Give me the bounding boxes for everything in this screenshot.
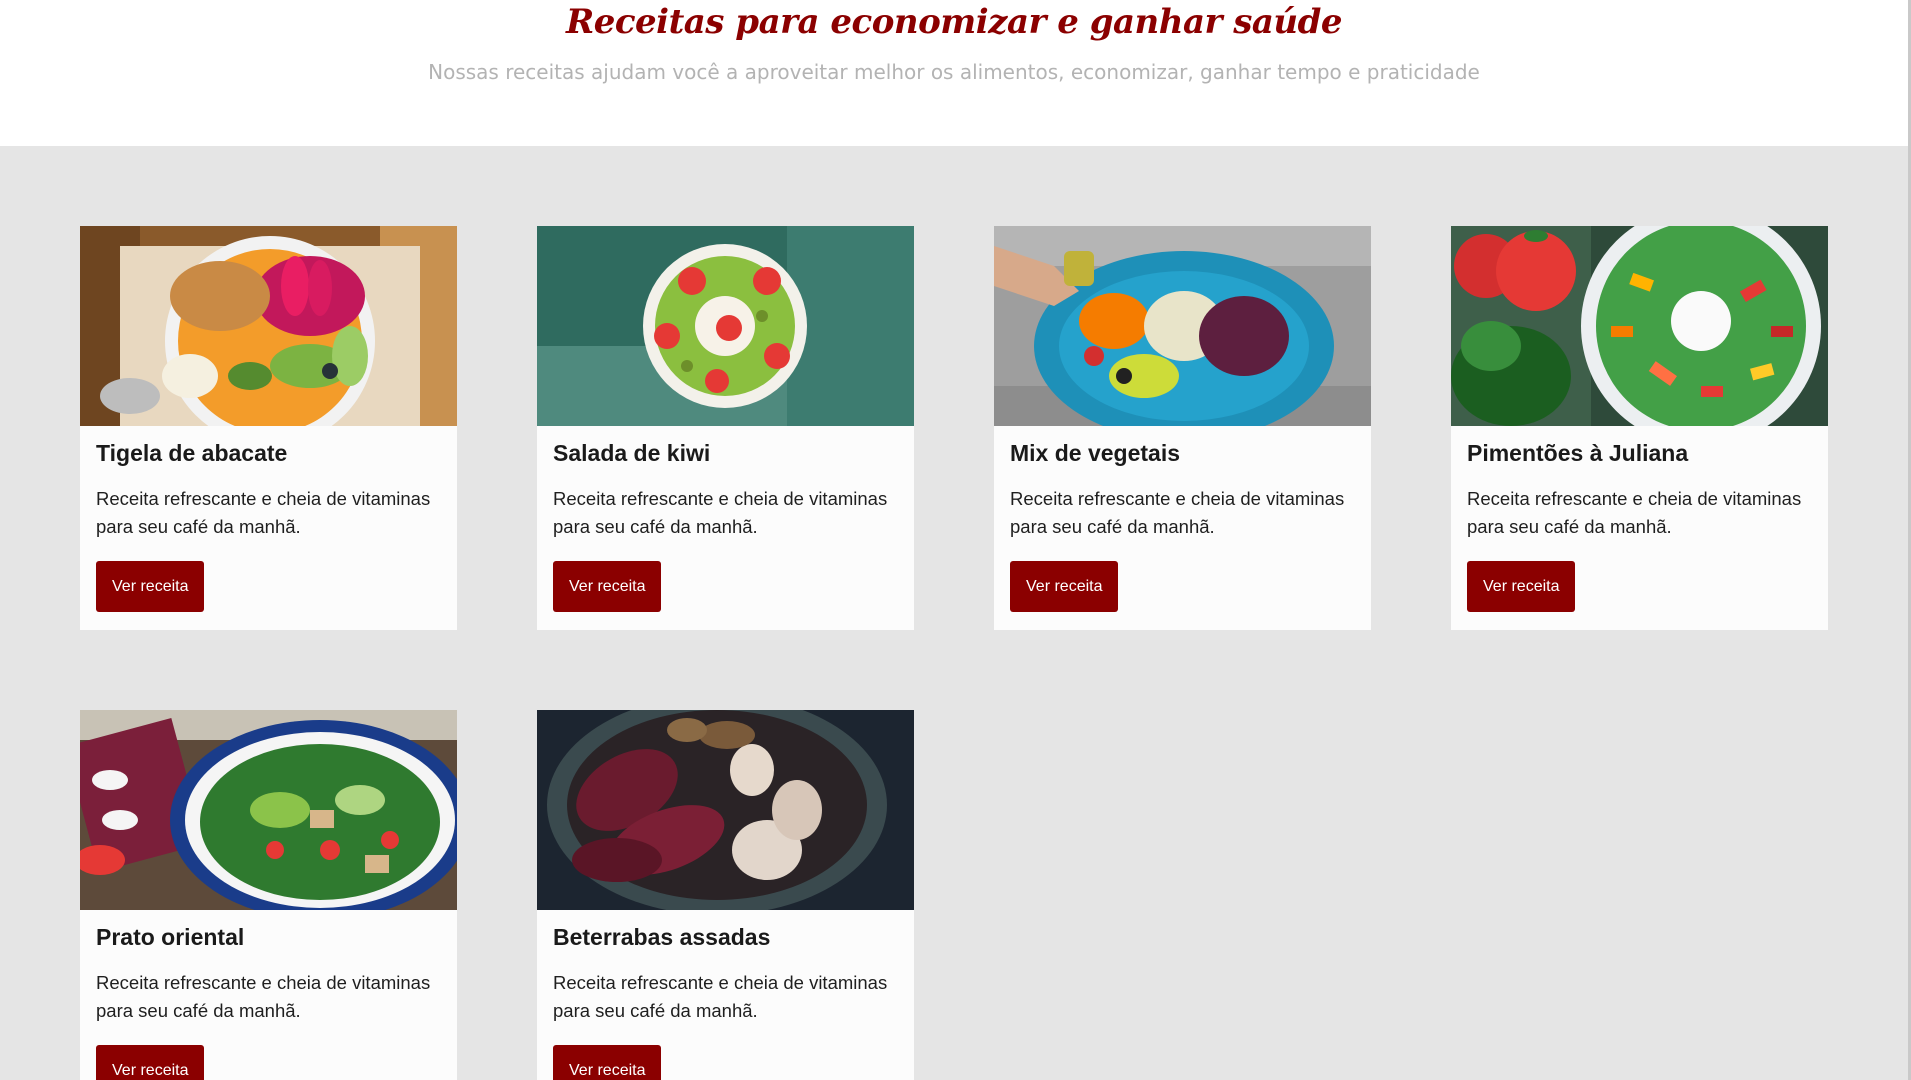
- view-recipe-button[interactable]: Ver receita: [1467, 561, 1576, 612]
- view-recipe-button[interactable]: Ver receita: [553, 561, 662, 612]
- page-subtitle: Nossas receitas ajudam você a aproveitar…: [428, 60, 1480, 84]
- page-title: Receitas para economizar e ganhar saúde: [565, 2, 1343, 42]
- recipes-page: Receitas para economizar e ganhar saúde …: [0, 0, 1911, 1080]
- recipe-description: Receita refrescante e cheia de vitaminas…: [1010, 488, 1345, 537]
- recipe-description: Receita refrescante e cheia de vitaminas…: [553, 488, 888, 537]
- recipe-title: Mix de vegetais: [1010, 440, 1181, 466]
- recipe-card-julienne-peppers: Pimentões à Juliana Receita refrescante …: [1451, 226, 1828, 630]
- vegetable-mix-photo: [994, 226, 1371, 426]
- recipe-card-oriental-dish: Prato oriental Receita refrescante e che…: [80, 710, 457, 1080]
- oriental-dish-photo: [80, 710, 457, 910]
- recipe-title: Salada de kiwi: [553, 440, 711, 466]
- kiwi-salad-photo: [537, 226, 914, 426]
- recipe-title: Pimentões à Juliana: [1467, 440, 1689, 466]
- recipe-card-roasted-beets: Beterrabas assadas Receita refrescante e…: [537, 710, 914, 1080]
- recipe-description: Receita refrescante e cheia de vitaminas…: [553, 972, 888, 1021]
- recipe-title: Prato oriental: [96, 924, 245, 950]
- recipe-title: Beterrabas assadas: [553, 924, 771, 950]
- recipe-title: Tigela de abacate: [96, 440, 288, 466]
- roasted-beets-photo: [537, 710, 914, 910]
- view-recipe-button[interactable]: Ver receita: [553, 1045, 662, 1080]
- avocado-bowl-photo: [80, 226, 457, 426]
- recipe-description: Receita refrescante e cheia de vitaminas…: [96, 972, 431, 1021]
- recipe-card-kiwi-salad: Salada de kiwi Receita refrescante e che…: [537, 226, 914, 630]
- recipe-card-vegetable-mix: Mix de vegetais Receita refrescante e ch…: [994, 226, 1371, 630]
- view-recipe-button[interactable]: Ver receita: [1010, 561, 1119, 612]
- view-recipe-button[interactable]: Ver receita: [96, 561, 205, 612]
- page-header: Receitas para economizar e ganhar saúde …: [0, 0, 1908, 146]
- view-recipe-button[interactable]: Ver receita: [96, 1045, 205, 1080]
- recipe-description: Receita refrescante e cheia de vitaminas…: [1467, 488, 1802, 537]
- recipe-card-avocado-bowl: Tigela de abacate Receita refrescante e …: [80, 226, 457, 630]
- julienne-peppers-photo: [1451, 226, 1828, 426]
- recipes-grid: Tigela de abacate Receita refrescante e …: [0, 146, 1908, 1080]
- recipe-description: Receita refrescante e cheia de vitaminas…: [96, 488, 431, 537]
